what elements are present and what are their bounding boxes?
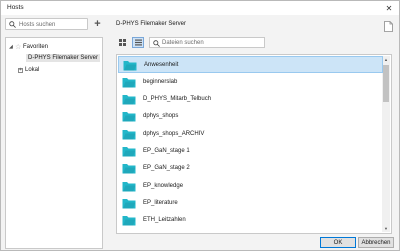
file-name: EP_GaN_stage 2 <box>143 165 190 172</box>
file-name: EP_knowledge <box>143 182 184 189</box>
list-icon <box>134 39 142 46</box>
folder-icon <box>122 129 136 140</box>
list-view-button[interactable] <box>132 37 144 48</box>
files-search-input[interactable]: Dateien suchen <box>149 37 265 48</box>
file-row[interactable]: EP_knowledge <box>118 177 383 194</box>
folder-icon <box>122 216 136 226</box>
file-name: EP_GaN_stage 1 <box>143 148 190 154</box>
ok-button[interactable]: OK <box>320 237 356 248</box>
hosts-tree: ◢ ☆ Favoriten D-PHYS Filemaker Server + … <box>5 37 103 249</box>
hosts-search-placeholder: Hosts suchen <box>19 21 56 28</box>
files-search-placeholder: Dateien suchen <box>162 40 204 46</box>
file-name: beginnerslab <box>143 78 178 85</box>
folder-icon <box>122 147 136 157</box>
expand-icon[interactable]: + <box>18 67 23 73</box>
file-list: ▲ ▼ Anwesenheit beginnerslab D_PHYS_Mitarb… <box>116 54 392 234</box>
file-row[interactable]: EP_GaN_stage 1 <box>118 143 383 160</box>
file-name: D_PHYS_Mitarb_Telbuch <box>143 96 212 103</box>
scroll-up-icon[interactable]: ▲ <box>382 56 390 63</box>
file-name: EP_literature <box>143 199 178 206</box>
folder-icon <box>122 164 136 174</box>
folder-icon <box>122 77 136 88</box>
window-title: Hosts <box>7 4 24 11</box>
cancel-button[interactable]: Abbrechen <box>358 237 394 248</box>
local-label: Lokal <box>25 67 40 73</box>
file-name: dphys_shops <box>143 113 179 120</box>
favorites-label: Favoriten <box>23 44 49 50</box>
grid-icon <box>118 39 126 46</box>
hosts-dialog: Hosts ✕ Hosts suchen + ◢ ☆ Favoriten D-P… <box>0 0 400 251</box>
file-row[interactable]: EP_GaN_stage 2 <box>118 160 383 177</box>
folder-icon <box>122 95 136 105</box>
star-icon: ☆ <box>15 44 22 51</box>
file-name: Anwesenheit <box>144 61 179 68</box>
search-icon <box>9 21 16 28</box>
server-title: D-PHYS Filemaker Server <box>116 21 187 27</box>
tree-item-favorites[interactable]: ◢ ☆ Favoriten <box>9 42 48 52</box>
hosts-search-input[interactable]: Hosts suchen <box>5 18 88 30</box>
folder-icon <box>122 198 136 209</box>
file-row[interactable]: ETH_Leitzahlen <box>118 212 383 229</box>
file-name: ETH_Leitzahlen <box>143 217 186 224</box>
scroll-thumb[interactable] <box>383 65 389 102</box>
add-host-button[interactable]: + <box>92 17 103 30</box>
file-row[interactable]: Anwesenheit <box>118 56 383 73</box>
folder-icon <box>122 112 136 122</box>
scroll-down-icon[interactable]: ▼ <box>382 225 390 232</box>
tree-item-local[interactable]: + Lokal <box>18 65 39 75</box>
favorite-server-label: D-PHYS Filemaker Server <box>26 54 101 62</box>
document-icon[interactable] <box>384 21 393 32</box>
file-row[interactable]: EP_literature <box>118 194 383 211</box>
close-button[interactable]: ✕ <box>383 2 395 14</box>
folder-icon <box>123 60 137 70</box>
vertical-scrollbar[interactable]: ▲ ▼ <box>382 56 390 232</box>
file-row[interactable]: beginnerslab <box>118 73 383 90</box>
file-row[interactable]: dphys_shops <box>118 108 383 125</box>
folder-icon <box>122 181 136 192</box>
tree-item-filemaker-server[interactable]: D-PHYS Filemaker Server <box>26 53 101 63</box>
title-bar: Hosts ✕ <box>1 1 399 15</box>
search-icon <box>153 40 160 47</box>
file-row[interactable]: D_PHYS_Mitarb_Telbuch <box>118 91 383 108</box>
file-row[interactable]: dphys_shops_ARCHIV <box>118 125 383 142</box>
grid-view-button[interactable] <box>116 37 128 48</box>
file-name: dphys_shops_ARCHIV <box>143 130 205 137</box>
